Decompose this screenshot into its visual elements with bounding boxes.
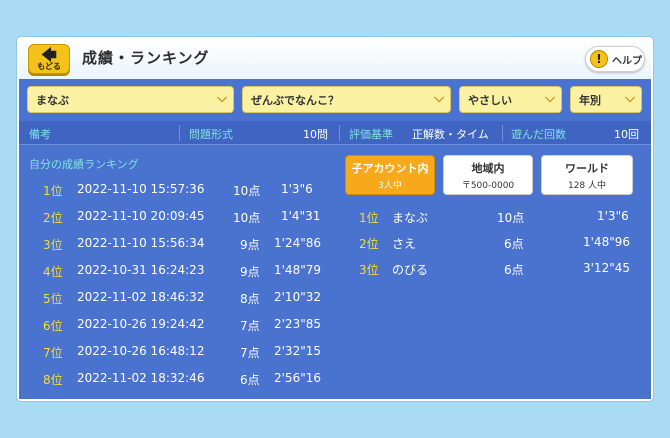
table-row: 6位 2022-10-26 19:24:42 7点 2'23"85 bbox=[19, 317, 339, 337]
back-button-label: もどる bbox=[37, 61, 61, 71]
time-cell: 1'3"6 bbox=[281, 182, 313, 196]
ranking-window: 🡄 もどる 成績・ランキング ! ヘルプ まなぶ ⌵ ぜんぶでなんこ？ ⌵ やさ… bbox=[17, 37, 653, 401]
tab-label: 地域内 bbox=[471, 161, 505, 175]
time-cell: 2'10"32 bbox=[274, 290, 321, 304]
table-row: 2位 さえ 6点 1'48"96 bbox=[19, 235, 651, 255]
tab-sublabel: 3人中 bbox=[378, 180, 402, 191]
player-name-cell: さえ bbox=[392, 237, 417, 251]
arrow-left-icon: 🡄 bbox=[41, 45, 57, 64]
plays-label: 遊んだ回数 bbox=[511, 128, 566, 141]
info-bar: 備考 問題形式 10問 評価基準 正解数・タイム 遊んだ回数 10回 bbox=[19, 121, 651, 145]
table-row: 7位 2022-10-26 16:48:12 7点 2'32"15 bbox=[19, 344, 339, 364]
table-row: 8位 2022-11-02 18:32:46 6点 2'56"16 bbox=[19, 371, 339, 391]
question-count-select[interactable]: ぜんぶでなんこ？ ⌵ bbox=[242, 86, 451, 113]
period-select[interactable]: 年別 ⌵ bbox=[570, 86, 642, 113]
format-label: 問題形式 bbox=[189, 128, 233, 141]
score-cell: 10点 bbox=[233, 184, 261, 198]
tab-sublabel: 128 人中 bbox=[567, 180, 607, 191]
page-title: 成績・ランキング bbox=[82, 49, 210, 67]
divider bbox=[339, 125, 340, 141]
datetime-cell: 2022-11-10 15:57:36 bbox=[77, 182, 205, 196]
rank-cell: 7位 bbox=[43, 346, 63, 360]
content-panel: まなぶ ⌵ ぜんぶでなんこ？ ⌵ やさしい ⌵ 年別 ⌵ 備考 問題形式 10問… bbox=[19, 79, 651, 399]
plays-value: 10回 bbox=[614, 128, 639, 141]
score-cell: 8点 bbox=[240, 292, 260, 306]
chevron-down-icon: ⌵ bbox=[625, 91, 635, 106]
difficulty-select[interactable]: やさしい ⌵ bbox=[459, 86, 562, 113]
score-cell: 7点 bbox=[240, 319, 260, 333]
score-cell: 7点 bbox=[240, 346, 260, 360]
datetime-cell: 2022-11-02 18:32:46 bbox=[77, 371, 205, 385]
table-row: 1位 まなぶ 10点 1'3"6 bbox=[19, 209, 651, 229]
time-cell: 1'3"6 bbox=[597, 209, 629, 223]
table-row: 5位 2022-11-02 18:46:32 8点 2'10"32 bbox=[19, 290, 339, 310]
chevron-down-icon: ⌵ bbox=[434, 91, 444, 106]
player-name-cell: まなぶ bbox=[392, 211, 429, 225]
tab-world[interactable]: ワールド 128 人中 bbox=[541, 155, 633, 195]
tab-label: 子アカウント内 bbox=[351, 161, 429, 175]
tab-sublabel: 〒500-0000 bbox=[461, 180, 515, 191]
player-name-cell: のびる bbox=[392, 263, 429, 277]
tab-label: ワールド bbox=[565, 161, 609, 175]
rank-cell: 5位 bbox=[43, 292, 63, 306]
time-cell: 2'32"15 bbox=[274, 344, 321, 358]
tab-region[interactable]: 地域内 〒500-0000 bbox=[443, 155, 533, 195]
time-cell: 2'56"16 bbox=[274, 371, 321, 385]
rank-cell: 8位 bbox=[43, 373, 63, 387]
format-value: 10問 bbox=[303, 128, 328, 141]
datetime-cell: 2022-11-02 18:46:32 bbox=[77, 290, 205, 304]
score-cell: 6点 bbox=[240, 373, 260, 387]
back-button[interactable]: 🡄 もどる bbox=[28, 44, 70, 74]
score-cell: 10点 bbox=[497, 211, 525, 225]
datetime-cell: 2022-10-26 16:48:12 bbox=[77, 344, 205, 358]
datetime-cell: 2022-10-26 19:24:42 bbox=[77, 317, 205, 331]
question-count-select-value: ぜんぶでなんこ？ bbox=[251, 93, 339, 107]
exclamation-icon: ! bbox=[590, 50, 608, 68]
my-ranking-title: 自分の成績ランキング bbox=[29, 158, 139, 171]
period-select-value: 年別 bbox=[579, 93, 601, 107]
table-row: 1位 2022-11-10 15:57:36 10点 1'3"6 bbox=[19, 182, 339, 202]
header-bar: 🡄 もどる 成績・ランキング ! ヘルプ bbox=[19, 39, 651, 79]
rank-cell: 1位 bbox=[359, 211, 379, 225]
divider bbox=[179, 125, 180, 141]
rank-cell: 1位 bbox=[43, 184, 63, 198]
table-row: 3位 のびる 6点 3'12"45 bbox=[19, 261, 651, 281]
criteria-value: 正解数・タイム bbox=[412, 128, 489, 141]
score-cell: 6点 bbox=[504, 237, 524, 251]
criteria-label: 評価基準 bbox=[349, 128, 393, 141]
rank-cell: 2位 bbox=[359, 237, 379, 251]
difficulty-select-value: やさしい bbox=[468, 93, 512, 107]
rank-cell: 3位 bbox=[359, 263, 379, 277]
time-cell: 3'12"45 bbox=[583, 261, 630, 275]
time-cell: 2'23"85 bbox=[274, 317, 321, 331]
help-button[interactable]: ! ヘルプ bbox=[585, 46, 645, 72]
time-cell: 1'48"96 bbox=[583, 235, 630, 249]
mode-select[interactable]: まなぶ ⌵ bbox=[27, 86, 234, 113]
divider bbox=[502, 125, 503, 141]
mode-select-value: まなぶ bbox=[36, 93, 69, 107]
chevron-down-icon: ⌵ bbox=[545, 91, 555, 106]
help-button-label: ヘルプ bbox=[612, 55, 642, 67]
rank-cell: 6位 bbox=[43, 319, 63, 333]
remarks-label: 備考 bbox=[29, 128, 51, 141]
chevron-down-icon: ⌵ bbox=[217, 91, 227, 106]
tab-child-accounts[interactable]: 子アカウント内 3人中 bbox=[345, 155, 435, 195]
score-cell: 6点 bbox=[504, 263, 524, 277]
